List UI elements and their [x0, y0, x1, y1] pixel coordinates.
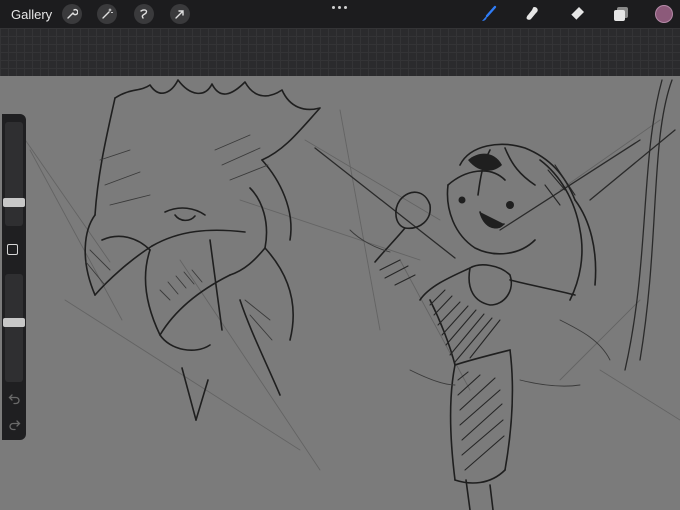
brush-size-slider[interactable]	[3, 122, 25, 226]
smudge-icon[interactable]	[522, 4, 544, 24]
selection-icon[interactable]	[134, 4, 154, 24]
sketch-artwork	[9, 79, 680, 510]
wrench-icon[interactable]	[62, 4, 82, 24]
brush-size-thumb[interactable]	[3, 198, 25, 207]
color-swatch[interactable]	[655, 5, 673, 23]
opacity-thumb[interactable]	[3, 318, 25, 327]
sidebar	[2, 114, 26, 440]
gallery-button[interactable]: Gallery	[11, 7, 52, 22]
canvas-overflow-area	[0, 28, 680, 76]
opacity-slider[interactable]	[3, 274, 25, 382]
redo-icon[interactable]	[8, 418, 21, 431]
layers-icon[interactable]	[610, 4, 632, 24]
eraser-icon[interactable]	[566, 4, 588, 24]
undo-icon[interactable]	[8, 392, 21, 405]
drawing-canvas[interactable]	[0, 76, 680, 510]
magic-wand-icon[interactable]	[97, 4, 117, 24]
arrow-icon[interactable]	[170, 4, 190, 24]
top-toolbar: Gallery	[0, 0, 680, 28]
brush-icon[interactable]	[478, 4, 500, 24]
modify-icon[interactable]	[7, 244, 18, 255]
more-options-icon[interactable]	[332, 4, 348, 10]
